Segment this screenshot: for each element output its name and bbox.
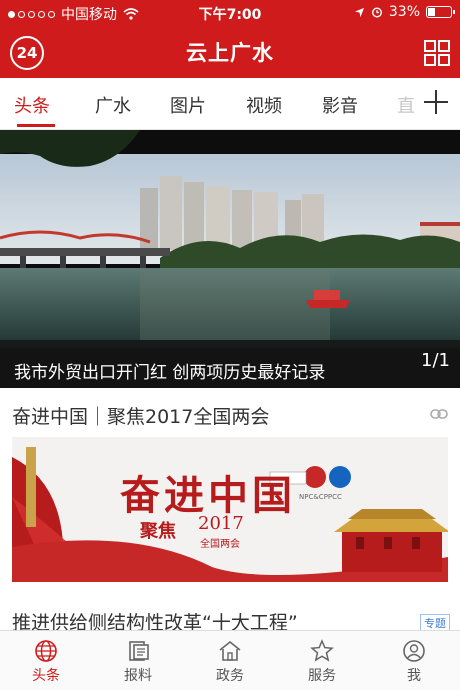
user-icon: [403, 640, 425, 662]
nav-service[interactable]: 服务: [276, 631, 368, 690]
nav-label: 头条: [32, 668, 60, 684]
feature-banner[interactable]: 奋进中国 NPC&CPPCC 聚焦 2017 全国两会: [12, 437, 448, 582]
hero-banner[interactable]: 我市外贸出口开门红 创两项历史最好记录 1/1: [0, 130, 460, 388]
status-bar: 中国移动 下午7:00 33%: [0, 0, 460, 26]
banner-badge-text: NPC&CPPCC: [299, 493, 342, 501]
banner-sub-text: 聚焦: [140, 521, 176, 542]
grid-menu-icon[interactable]: [424, 40, 450, 66]
report-icon: [129, 641, 149, 661]
nav-report[interactable]: 报料: [92, 631, 184, 690]
active-tab-indicator: [17, 124, 55, 127]
tab-video[interactable]: 视频: [246, 92, 282, 118]
top-bar: 中国移动 下午7:00 33% 24 云上广水: [0, 0, 460, 78]
alarm-icon: [371, 7, 382, 18]
link-icon: [430, 409, 448, 419]
app-bar: 24 云上广水: [0, 26, 460, 78]
banner-year-sub: 全国两会: [200, 539, 240, 550]
tab-headlines[interactable]: 头条: [14, 92, 50, 118]
battery-percent: 33%: [388, 4, 420, 20]
service-icon: [310, 639, 334, 662]
tab-media[interactable]: 影音: [322, 92, 358, 118]
tab-live[interactable]: 直: [397, 92, 415, 118]
nav-label: 政务: [216, 668, 244, 684]
nav-me[interactable]: 我: [368, 631, 460, 690]
channel-tabs: 头条 广水 图片 视频 影音 直: [0, 78, 460, 130]
globe-icon: [35, 640, 57, 662]
feature-title[interactable]: 奋进中国｜聚焦2017全国两会: [12, 402, 269, 429]
tab-pictures[interactable]: 图片: [170, 92, 206, 118]
location-arrow-icon: [354, 7, 364, 17]
nav-headlines[interactable]: 头条: [0, 631, 92, 690]
hero-page-counter: 1/1: [421, 350, 450, 371]
battery-icon: [426, 6, 455, 18]
banner-year: 2017: [198, 513, 244, 534]
status-right: 33%: [354, 4, 455, 20]
app-title: 云上广水: [186, 41, 274, 65]
government-icon: [219, 640, 241, 661]
hero-photo: [0, 130, 460, 388]
nav-government[interactable]: 政务: [184, 631, 276, 690]
nav-label: 服务: [308, 668, 336, 684]
nav-label: 我: [407, 668, 421, 684]
tab-guangshui[interactable]: 广水: [95, 92, 131, 118]
hero-caption: 我市外贸出口开门红 创两项历史最好记录: [14, 363, 326, 383]
nav-label: 报料: [124, 668, 152, 684]
add-channel-icon[interactable]: [422, 88, 450, 116]
bottom-nav: 头条 报料 政务 服务 我: [0, 630, 460, 690]
